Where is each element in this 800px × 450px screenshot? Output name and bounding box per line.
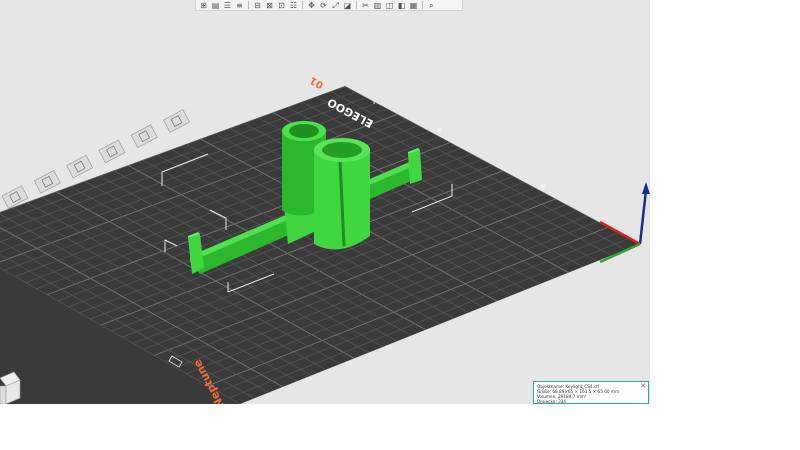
info-line-triangles: Dreiecke: 334 xyxy=(537,399,567,404)
settings-icon[interactable] xyxy=(163,109,190,133)
close-icon[interactable]: ✕ xyxy=(640,383,646,390)
bed-hole xyxy=(437,128,441,132)
view-cube-icon[interactable] xyxy=(0,371,21,404)
scene-canvas[interactable]: ELEGOO 01 Neptune xyxy=(0,0,650,404)
paste-icon[interactable] xyxy=(98,139,126,164)
3d-viewport[interactable]: ⊞ ▤ ☰ ≡ ⊟ ⊠ ⊡ ☷ ✥ ⟳ ⤢ ◪ ✂ ▥ ◫ ◧ ▦ ⌕ ELEGOO 01 Neptune xyxy=(0,0,650,404)
bed-hole xyxy=(541,184,545,188)
bed-corner-number: 01 xyxy=(308,74,325,90)
object-info-panel: ✕ Objektname: Keylight_CS4.stl Größe: 68… xyxy=(533,381,649,404)
redo-icon[interactable] xyxy=(33,169,61,194)
copy-icon[interactable] xyxy=(66,154,94,179)
delete-icon[interactable] xyxy=(130,124,158,149)
